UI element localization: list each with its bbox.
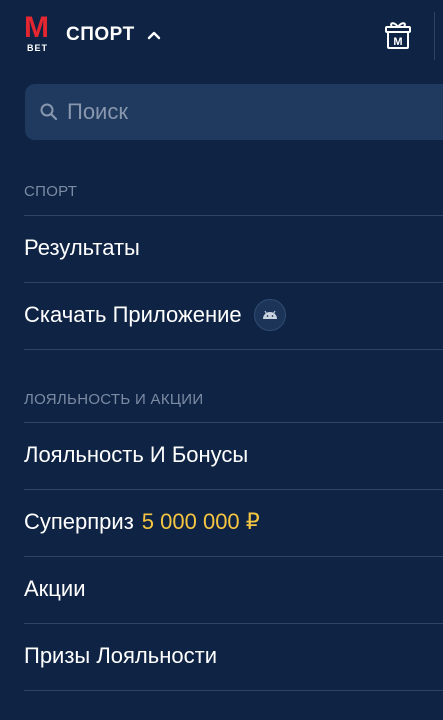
mbet-logo[interactable]: M BET — [24, 13, 54, 54]
search-bar[interactable] — [25, 84, 443, 140]
gift-letter: M — [393, 36, 402, 48]
logo-letter: M — [24, 11, 49, 44]
logo-subtitle: BET — [27, 43, 48, 53]
android-icon — [253, 299, 286, 331]
divider — [24, 349, 443, 350]
section-header-sport: СПОРТ — [24, 183, 78, 200]
search-icon — [40, 103, 58, 121]
search-input[interactable] — [67, 84, 443, 140]
header-divider — [434, 12, 435, 60]
menu-item-loyalty-prizes[interactable]: Призы Лояльности — [24, 623, 443, 689]
menu-item-loyalty-bonuses[interactable]: Лояльность И Бонусы — [24, 422, 443, 488]
superprize-amount: 5 000 000 ₽ — [141, 509, 260, 534]
section-switcher[interactable]: СПОРТ — [66, 22, 161, 48]
menu-item-label: Скачать Приложение — [24, 302, 242, 327]
menu-item-promotions[interactable]: Акции — [24, 556, 443, 622]
menu-item-label: Результаты — [24, 235, 140, 260]
menu-item-label: Лояльность И Бонусы — [24, 442, 249, 467]
menu-item-label: Акции — [24, 576, 86, 601]
menu-item-results[interactable]: Результаты — [24, 215, 443, 281]
chevron-up-icon — [147, 31, 160, 40]
section-header-loyalty: ЛОЯЛЬНОСТЬ И АКЦИИ — [24, 391, 204, 408]
menu-item-label: Суперприз — [24, 509, 134, 534]
gift-icon[interactable]: M — [384, 20, 412, 50]
top-bar: M BET СПОРТ M — [0, 0, 443, 72]
menu-item-label: Призы Лояльности — [24, 643, 217, 668]
menu-item-superprize[interactable]: Суперприз 5 000 000 ₽ — [24, 489, 443, 555]
menu-item-download-app[interactable]: Скачать Приложение — [24, 282, 443, 348]
section-switcher-label: СПОРТ — [66, 24, 135, 45]
divider — [24, 690, 443, 691]
